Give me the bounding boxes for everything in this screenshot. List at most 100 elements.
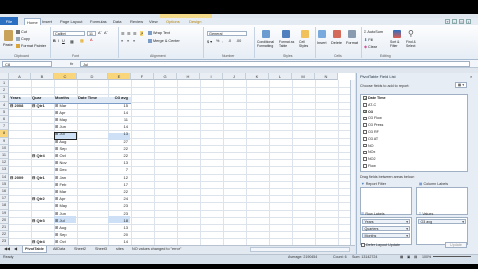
checkbox-icon[interactable] <box>363 130 367 134</box>
tab-page-layout[interactable]: Page Layout <box>60 19 82 24</box>
label-cell[interactable]: ⊞ Dec <box>55 166 67 173</box>
label-cell[interactable]: ⊞ Mar <box>55 188 66 195</box>
row-field-years[interactable]: Years <box>362 219 410 225</box>
paste-icon[interactable] <box>4 30 13 41</box>
align-center-icon[interactable]: ≡ <box>127 39 129 43</box>
decrease-decimal-icon[interactable]: .00 <box>236 39 241 43</box>
format-cells-icon[interactable] <box>348 30 356 38</box>
value-cell[interactable]: 17 <box>108 181 128 188</box>
value-cell[interactable]: 20 <box>108 231 128 238</box>
label-cell[interactable]: ⊞ Jun <box>55 123 66 130</box>
column-header-g[interactable]: G <box>154 73 177 80</box>
insert-button[interactable]: Insert <box>317 41 327 45</box>
row-header-21[interactable]: 21 <box>0 224 9 232</box>
row-header-15[interactable]: 15 <box>0 180 9 188</box>
update-button[interactable]: Update <box>445 242 467 248</box>
value-cell[interactable]: 22 <box>108 152 128 159</box>
row-header-18[interactable]: 18 <box>0 202 9 210</box>
label-cell[interactable]: ⊞ Aug <box>55 224 66 231</box>
orientation-icon[interactable]: ↗ <box>140 31 144 36</box>
number-format-select[interactable]: General <box>207 31 247 36</box>
active-cell[interactable] <box>54 132 77 140</box>
label-cell[interactable]: Quar <box>32 94 41 101</box>
tab-design[interactable]: Design <box>189 19 201 24</box>
row-header-10[interactable]: 10 <box>0 144 9 152</box>
underline-icon[interactable]: U <box>62 39 65 43</box>
tab-review[interactable]: Review <box>130 19 143 24</box>
column-header-c[interactable]: C <box>54 73 77 80</box>
value-cell[interactable]: 24 <box>108 195 128 202</box>
field-item[interactable]: Date Time <box>363 96 386 100</box>
value-cell[interactable]: 23 <box>108 210 128 217</box>
comma-icon[interactable]: , <box>222 39 223 43</box>
checkbox-icon[interactable] <box>363 164 367 168</box>
field-item[interactable]: AT-C <box>363 103 376 107</box>
column-header-k[interactable]: K <box>246 73 269 80</box>
column-header-a[interactable]: A <box>9 73 31 80</box>
row-field-quarters[interactable]: Quarters <box>362 226 410 232</box>
value-cell[interactable]: 23 <box>108 202 128 209</box>
value-cell[interactable]: 14 <box>108 123 128 130</box>
checkbox-icon[interactable] <box>363 143 367 148</box>
font-name-select[interactable]: Calibri <box>53 31 85 36</box>
column-header-d[interactable]: D <box>77 73 108 80</box>
binoculars-icon[interactable]: ⚲ <box>408 29 414 38</box>
label-cell[interactable]: Date Time <box>78 94 97 101</box>
column-header-h[interactable]: H <box>177 73 200 80</box>
value-cell[interactable]: 22 <box>108 188 128 195</box>
delete-button[interactable]: Delete <box>331 41 342 45</box>
sort-filter-icon[interactable] <box>393 30 401 38</box>
sheet-tab-sheet2[interactable]: Sheet2 <box>72 246 88 252</box>
sheet-tab-sheet3[interactable]: Sheet3 <box>93 246 109 252</box>
label-cell[interactable]: ⊞ Sep <box>55 145 67 152</box>
value-cell[interactable]: 15 <box>108 102 128 109</box>
checkbox-icon[interactable] <box>363 137 367 141</box>
label-cell[interactable]: ⊞ Feb <box>55 181 66 188</box>
grow-font-icon[interactable]: Aˆ <box>98 31 102 35</box>
value-cell[interactable]: 13 <box>108 130 128 137</box>
row-header-20[interactable]: 20 <box>0 216 9 224</box>
label-cell[interactable]: ⊟ Qtr3 <box>32 217 45 224</box>
row-field-months[interactable]: Months <box>362 233 410 239</box>
row-header-4[interactable]: 4 <box>0 101 9 109</box>
column-header-n[interactable]: N <box>315 73 338 80</box>
tab-formulas[interactable]: Formulas <box>90 19 107 24</box>
value-field-o3-avg[interactable]: O3 avg <box>418 219 466 225</box>
zoom-slider[interactable] <box>433 256 471 257</box>
value-cell[interactable]: 7 <box>108 166 128 173</box>
format-table-icon[interactable] <box>282 30 290 38</box>
row-header-12[interactable]: 12 <box>0 159 9 167</box>
percent-icon[interactable]: % <box>216 39 219 43</box>
value-cell[interactable]: 13 <box>108 224 128 231</box>
sheet-tab-no-values[interactable]: NO values changed to "error" <box>130 246 183 252</box>
row-header-19[interactable]: 19 <box>0 209 9 217</box>
label-cell[interactable]: ⊞ Apr <box>55 109 65 116</box>
checkbox-icon[interactable] <box>363 116 367 121</box>
label-cell[interactable]: Months <box>55 94 69 101</box>
checkbox-icon[interactable] <box>363 157 367 161</box>
label-cell[interactable]: ⊞ Jan <box>55 174 66 181</box>
field-item[interactable]: O3 Flow <box>363 116 382 120</box>
wrap-text-button[interactable]: Wrap Text <box>148 31 170 35</box>
label-cell[interactable]: ⊟ Qtr1 <box>32 174 45 181</box>
label-cell[interactable]: ⊞ Nov <box>55 159 67 166</box>
tab-options[interactable]: Options <box>166 19 180 24</box>
align-top-icon[interactable]: ☰ <box>121 31 124 36</box>
minimize-icon[interactable]: – <box>452 19 457 24</box>
checkbox-icon[interactable] <box>363 110 367 114</box>
row-header-16[interactable]: 16 <box>0 188 9 196</box>
copy-button[interactable]: Copy <box>16 37 30 41</box>
cell-styles-button[interactable]: Cell Styles <box>299 40 311 48</box>
checkbox-icon[interactable] <box>363 103 367 107</box>
row-header-13[interactable]: 13 <box>0 166 9 174</box>
layout-options-icon[interactable]: ▦ ▾ <box>455 82 467 88</box>
column-header-e[interactable]: E <box>108 73 131 80</box>
borders-icon[interactable]: ▦ <box>70 39 74 44</box>
column-header-m[interactable]: M <box>292 73 315 80</box>
fill-color-icon[interactable]: ▩ <box>80 38 84 43</box>
label-cell[interactable]: ⊟ Qtr2 <box>32 195 45 202</box>
delete-cells-icon[interactable] <box>333 30 341 38</box>
merge-center-button[interactable]: Merge & Center <box>148 39 180 43</box>
close-icon[interactable]: × <box>466 19 471 24</box>
bold-icon[interactable]: B <box>53 39 56 43</box>
